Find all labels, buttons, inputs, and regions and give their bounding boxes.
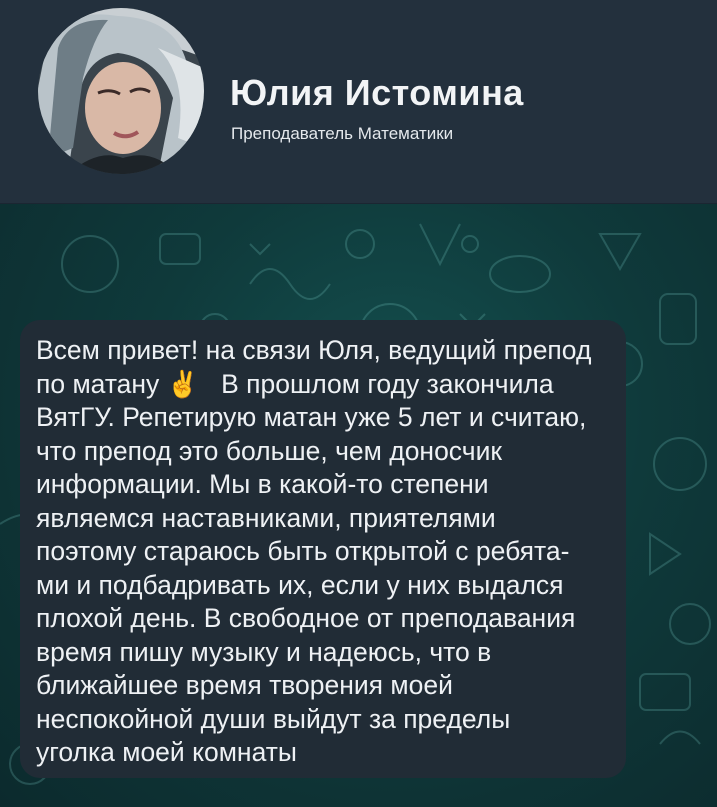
message-line: Всем привет! на связи Юля, ведущий препо…: [36, 335, 592, 365]
profile-name: Юлия Истомина: [230, 72, 524, 113]
avatar[interactable]: [38, 8, 204, 174]
victory-hand-emoji: ✌: [166, 368, 200, 399]
message-line-part: по матану: [36, 368, 160, 399]
message-line: ближайшее время творения моей: [36, 670, 453, 700]
message-line-part: В прошлом году закончила: [221, 368, 554, 399]
message-line: ВятГУ. Репетирую матан уже 5 лет и счита…: [36, 402, 587, 432]
message-line: поэтому стараюсь быть открытой с ребята-: [36, 536, 570, 566]
profile-role: Преподаватель Математики: [231, 124, 454, 143]
message-line: неспокойной души выйдут за пределы: [36, 703, 511, 734]
message-bubble[interactable]: Всем привет! на связи Юля, ведущий препо…: [20, 320, 626, 778]
profile-header: Юлия Истомина Преподаватель Математики: [0, 0, 717, 204]
message-line: ми и подбадривать их, если у них выдался: [36, 569, 564, 600]
message-line: уголка моей комнаты: [36, 737, 297, 767]
avatar-photo: [38, 8, 204, 174]
message-line: плохой день. В свободное от преподавания: [36, 603, 576, 633]
message-line: что препод это больше, чем доносчик: [36, 435, 502, 466]
message-line: информации. Мы в какой-то степени: [36, 469, 489, 499]
message-line: являемся наставниками, приятелями: [36, 502, 496, 533]
message-line-with-emoji: по матану ✌ В прошлом году закончила: [36, 368, 616, 402]
message-line: время пишу музыку и надеюсь, что в: [36, 636, 492, 667]
